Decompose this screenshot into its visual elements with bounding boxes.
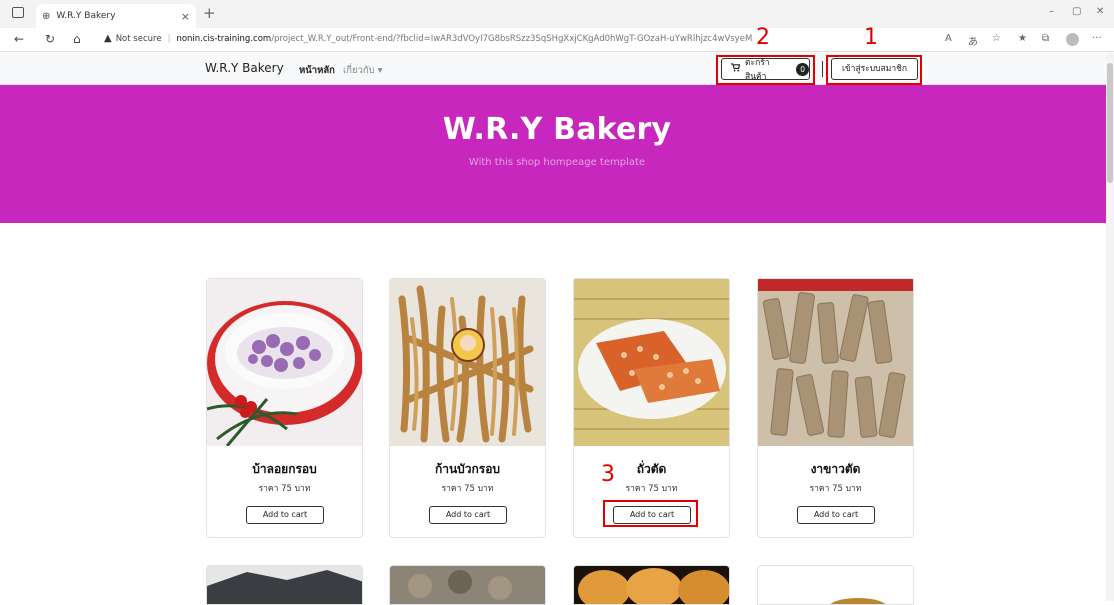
close-window-button[interactable]: ✕ [1096,6,1104,17]
warning-icon: ▲ [104,33,112,44]
product-card [206,565,363,605]
hero-banner: W.R.Y Bakery With this shop hompeage tem… [0,85,1114,223]
nav-home[interactable]: หน้าหลัก [299,63,335,78]
add-to-cart-button[interactable]: Add to cart [246,506,324,524]
collections-icon[interactable]: ⧉ [1042,33,1049,44]
browser-address-bar: ← ↻ ⌂ ▲ Not secure | nonin.cis-training.… [0,28,1114,52]
hero-title: W.R.Y Bakery [442,112,672,147]
add-to-cart-button[interactable]: Add to cart [797,506,875,524]
favorite-icon[interactable]: ☆ [992,33,1001,44]
hero-subtitle: With this shop hompeage template [468,157,646,168]
product-name: บ้าลอยกรอบ [252,462,317,476]
scrollbar-thumb[interactable] [1107,63,1113,183]
tab-title: W.R.Y Bakery [56,11,116,21]
product-image [758,566,913,604]
url-host: nonin.cis-training.com [176,33,272,44]
security-label: Not secure [115,33,162,44]
product-image [390,279,545,446]
product-image [758,279,913,446]
refresh-icon[interactable]: ↻ [45,32,55,46]
product-card [389,565,546,605]
product-price: ราคา 75 บาท [625,484,678,494]
url-field[interactable]: ▲ Not secure | nonin.cis-training.com /p… [104,33,752,44]
maximize-button[interactable]: ▢ [1072,6,1081,17]
product-card: ถั่วตัด ราคา 75 บาท Add to cart [573,278,730,538]
product-image [574,566,729,604]
url-path: /project_W.R.Y_out/Front-end/?fbclid=IwA… [271,33,753,44]
browser-tab-bar: ⊕ W.R.Y Bakery × + – ▢ ✕ [0,0,1114,28]
tab-close-icon[interactable]: × [181,10,190,23]
product-price: ราคา 75 บาท [809,484,862,494]
annotation-box-1 [826,55,922,85]
translate-icon[interactable]: あ [968,33,978,48]
add-to-cart-button[interactable]: Add to cart [429,506,507,524]
product-name: งาขาวตัด [810,462,861,476]
product-name: ก้านบัวกรอบ [434,462,501,476]
product-card [757,565,914,605]
more-icon[interactable]: ··· [1092,33,1102,44]
home-icon[interactable]: ⌂ [73,32,81,46]
product-card: ก้านบัวกรอบ ราคา 75 บาท Add to cart [389,278,546,538]
annotation-number-2: 2 [756,25,770,50]
site-navbar: W.R.Y Bakery หน้าหลัก เกี่ยวกับ ▾ ตะกร้า… [0,53,1114,85]
product-price: ราคา 75 บาท [441,484,494,494]
annotation-number-3: 3 [601,462,615,487]
product-image [574,279,729,446]
profile-icon[interactable] [1066,33,1079,46]
page-scrollbar[interactable] [1106,53,1114,601]
nav-about-dropdown[interactable]: เกี่ยวกับ ▾ [343,63,382,78]
product-image [207,279,362,446]
browser-tab[interactable]: ⊕ W.R.Y Bakery × [36,4,196,28]
read-aloud-icon[interactable]: A [945,33,952,44]
product-card: บ้าลอยกรอบ ราคา 75 บาท Add to cart [206,278,363,538]
new-tab-button[interactable]: + [203,4,216,22]
brand-logo[interactable]: W.R.Y Bakery [205,61,284,75]
annotation-box-2 [716,55,815,85]
nav-divider [822,61,823,77]
globe-icon: ⊕ [42,10,51,22]
annotation-number-1: 1 [864,25,878,50]
product-card: งาขาวตัด ราคา 75 บาท Add to cart [757,278,914,538]
minimize-button[interactable]: – [1049,6,1054,17]
product-image [390,566,545,604]
product-name: ถั่วตัด [636,462,667,476]
tab-actions-icon[interactable] [12,7,24,18]
product-price: ราคา 75 บาท [258,484,311,494]
product-card [573,565,730,605]
favorites-icon[interactable]: ★ [1018,33,1027,44]
annotation-box-3 [603,500,698,527]
back-icon[interactable]: ← [14,32,24,46]
product-image [207,566,362,604]
